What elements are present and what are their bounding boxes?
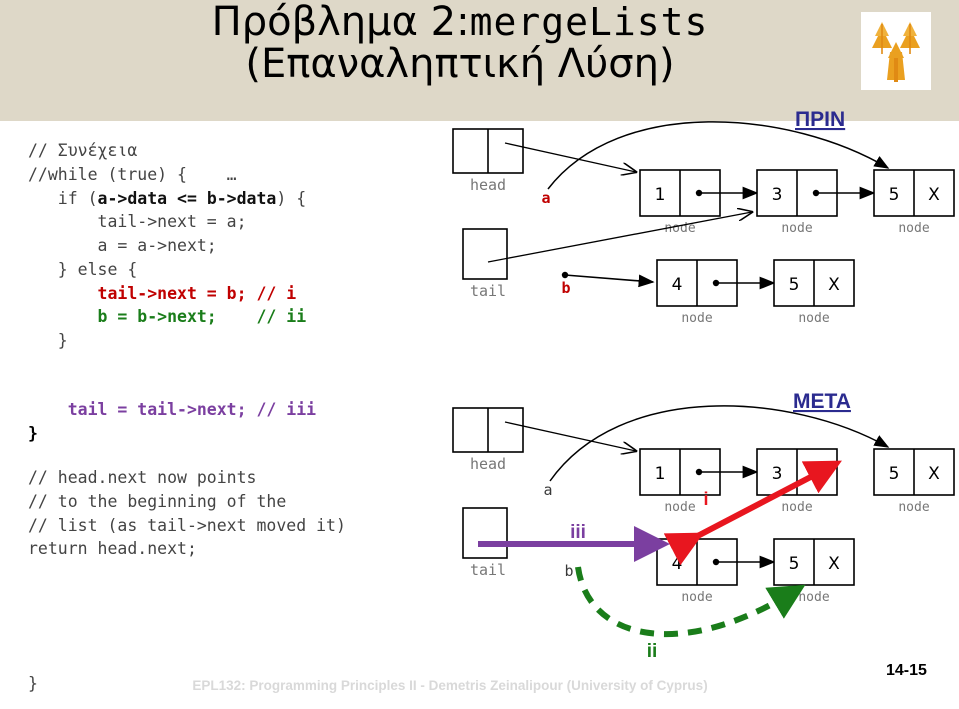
code-line-8-step-ii: b = b->next; // ii bbox=[28, 307, 307, 327]
head-to-node1-arrow-before bbox=[504, 142, 636, 172]
list-a-before: 1 node 3 node 5 X node bbox=[639, 169, 955, 236]
var-label-a-before: a bbox=[541, 189, 550, 207]
node-value: 4 bbox=[672, 554, 683, 574]
tail-label-after: tail bbox=[470, 561, 506, 579]
node-value: 3 bbox=[772, 464, 783, 484]
list-b-before: 4 node 5 X node bbox=[656, 259, 855, 326]
title-greek-part-2: (Επαναληπτική Λύση) bbox=[245, 40, 675, 87]
node-caption: node bbox=[781, 500, 812, 515]
title-greek-part-1: Πρόβλημα 2: bbox=[211, 0, 470, 45]
step-label-ii: ii bbox=[647, 641, 658, 662]
code-block-top: // Συνέχεια //while (true) { … if (a->da… bbox=[28, 139, 306, 353]
pointer-b-arrow-before bbox=[564, 274, 655, 288]
code-line-close-while: } bbox=[28, 423, 38, 443]
code-line-7-step-i: tail->next = b; // i bbox=[28, 283, 297, 303]
node-value: 5 bbox=[889, 185, 900, 205]
code-line-4: tail->next = a; bbox=[28, 212, 247, 232]
var-label-a-after: a bbox=[543, 481, 552, 499]
node-value: 5 bbox=[789, 554, 800, 574]
node-value: 3 bbox=[772, 185, 783, 205]
title-mono-part: mergeLists bbox=[469, 0, 709, 44]
university-of-cyprus-logo bbox=[861, 12, 931, 90]
list-b-after: 4 node 5 X node bbox=[656, 538, 855, 605]
page-number: 14-15 bbox=[886, 662, 927, 679]
code-block-bottom: // head.next now points // to the beginn… bbox=[28, 466, 346, 561]
step-label-iii: iii bbox=[570, 522, 586, 543]
node-null-marker: X bbox=[928, 185, 940, 205]
node-caption: node bbox=[898, 221, 929, 236]
tail-label-before: tail bbox=[470, 282, 506, 300]
node-value: 1 bbox=[655, 464, 666, 484]
pointer-a-arrow-before bbox=[547, 121, 890, 190]
code-comment-3: // list (as tail->next moved it) bbox=[28, 515, 346, 535]
head-box-after bbox=[452, 407, 524, 453]
code-line-5: a = a->next; bbox=[28, 236, 217, 255]
head-to-node1-arrow-after bbox=[504, 421, 636, 451]
node-caption: node bbox=[664, 221, 695, 236]
diagram-before: head tail 1 node 3 node 5 X node 4 node … bbox=[452, 108, 955, 326]
code-return-statement: return head.next; bbox=[28, 539, 197, 559]
node-caption: node bbox=[664, 500, 695, 515]
tail-box-before bbox=[462, 228, 508, 280]
node-value: 4 bbox=[672, 275, 683, 295]
pointer-b-dot-before bbox=[561, 271, 569, 279]
node-null-marker: X bbox=[828, 554, 840, 574]
code-line-9: } bbox=[28, 331, 68, 350]
node-caption: node bbox=[681, 590, 712, 605]
head-label-before: head bbox=[470, 176, 506, 194]
step-i-red-arrow bbox=[663, 460, 842, 566]
footer-course-info: EPL132: Programming Principles II - Deme… bbox=[192, 678, 708, 693]
step-ii-green-dashed-arrow bbox=[575, 566, 806, 637]
var-label-b-after: b bbox=[564, 562, 573, 580]
code-comment-2: // to the beginning of the bbox=[28, 491, 287, 511]
head-label-after: head bbox=[470, 455, 506, 473]
page-title: Πρόβλημα 2:mergeLists (Επαναληπτική Λύση… bbox=[60, 0, 860, 87]
code-line-step-iii: tail = tail->next; // iii bbox=[28, 400, 317, 419]
step-label-i: i bbox=[703, 489, 708, 509]
node-value: 5 bbox=[889, 464, 900, 484]
tail-to-node3-arrow-before bbox=[487, 212, 752, 263]
pointer-a-arrow-after bbox=[549, 405, 890, 482]
var-label-b-before: b bbox=[561, 279, 570, 297]
tail-box-after bbox=[462, 507, 508, 559]
diagram-after: head tail 1 node 3 node 5 X node 4 node … bbox=[452, 390, 955, 662]
code-line-2: //while (true) { … bbox=[28, 164, 237, 184]
node-value: 5 bbox=[789, 275, 800, 295]
code-block-middle: tail = tail->next; // iii } bbox=[28, 398, 316, 446]
code-line-1: // Συνέχεια bbox=[28, 141, 138, 160]
node-caption: node bbox=[681, 311, 712, 326]
label-meta-after: ΜΕΤΑ bbox=[793, 390, 851, 413]
code-line-3: if (a->data <= b->data) { bbox=[28, 188, 307, 208]
node-null-marker: X bbox=[928, 464, 940, 484]
node-caption: node bbox=[798, 590, 829, 605]
code-comment-1: // head.next now points bbox=[28, 468, 257, 487]
node-value: 1 bbox=[655, 185, 666, 205]
head-box-before bbox=[452, 128, 524, 174]
node-caption: node bbox=[898, 500, 929, 515]
node-null-marker: X bbox=[828, 275, 840, 295]
node-caption: node bbox=[781, 221, 812, 236]
node-caption: node bbox=[798, 311, 829, 326]
list-a-after: 1 node 3 node 5 X node bbox=[639, 448, 955, 515]
code-line-6: } else { bbox=[28, 259, 138, 279]
